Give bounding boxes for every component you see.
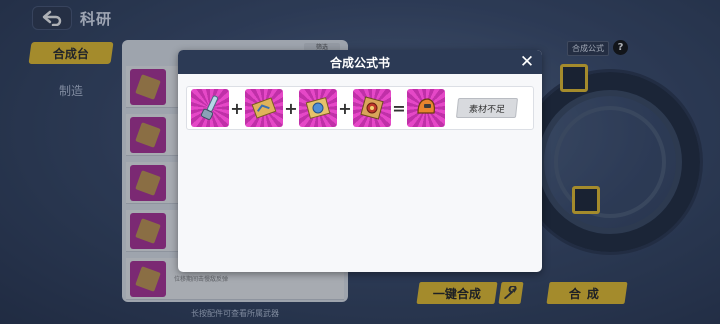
insufficient-materials-button[interactable]: 素材不足: [455, 98, 519, 118]
plus-sign: +: [230, 98, 244, 118]
plus-sign: +: [338, 98, 352, 118]
equals-sign: =: [392, 98, 406, 118]
formula-book-dialog: 合成公式书 ✕ + + + = 素材不足: [178, 50, 542, 272]
circuit-part-icon: [305, 97, 331, 119]
result-slot[interactable]: [407, 89, 445, 127]
ingredient-slot[interactable]: [245, 89, 283, 127]
button-label: 素材不足: [468, 104, 506, 115]
dialog-header: 合成公式书 ✕: [178, 50, 542, 74]
ingredient-slot[interactable]: [353, 89, 391, 127]
dagger-part-icon: [200, 95, 219, 120]
plus-sign: +: [284, 98, 298, 118]
gear-part-icon: [360, 96, 384, 120]
recipe-row: + + + = 素材不足: [186, 86, 534, 130]
map-part-icon: [251, 97, 277, 119]
ingredient-slot[interactable]: [191, 89, 229, 127]
close-icon[interactable]: ✕: [518, 53, 536, 71]
helmet-result-icon: [417, 98, 435, 114]
dialog-title: 合成公式书: [329, 55, 390, 70]
ingredient-slot[interactable]: [299, 89, 337, 127]
